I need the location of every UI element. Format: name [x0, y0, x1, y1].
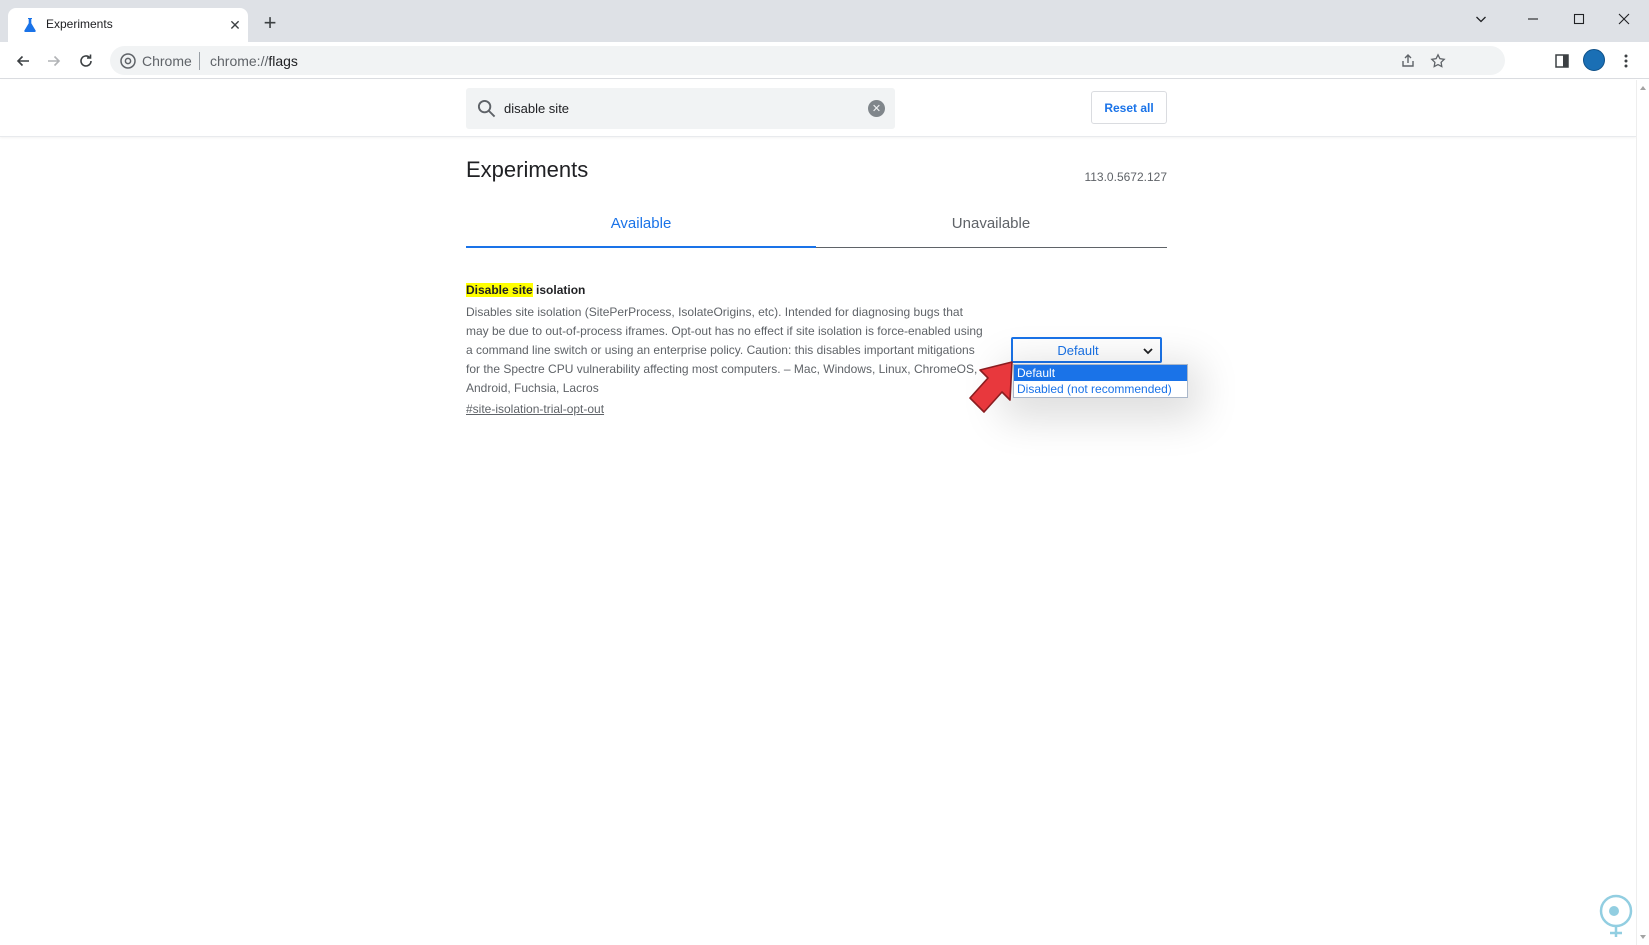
- page-title: Experiments: [466, 157, 589, 182]
- flask-icon: [24, 18, 36, 32]
- profile-avatar[interactable]: [1583, 49, 1605, 71]
- select-value: Default: [1057, 343, 1099, 358]
- flags-header: ✕ Reset all: [0, 80, 1636, 137]
- select-dropdown-list: Default Disabled (not recommended): [1013, 364, 1188, 398]
- reload-button[interactable]: [73, 48, 99, 74]
- option-default[interactable]: Default: [1014, 365, 1187, 381]
- bookmark-button[interactable]: [1428, 51, 1448, 71]
- forward-button[interactable]: [41, 48, 67, 74]
- url-text[interactable]: chrome://flags: [210, 53, 298, 69]
- tab-available[interactable]: Available: [466, 208, 816, 248]
- star-icon: [1430, 53, 1446, 68]
- annotation-arrow-icon: [969, 361, 1013, 413]
- share-icon: [1402, 54, 1414, 67]
- tab-bar: Available Unavailable: [466, 208, 1167, 248]
- reload-icon: [80, 54, 92, 67]
- site-chip: Chrome: [142, 53, 192, 69]
- scroll-down-icon[interactable]: [1640, 935, 1646, 939]
- minimize-button[interactable]: [1515, 6, 1551, 32]
- chevron-down-icon: [1476, 16, 1486, 23]
- reset-all-button[interactable]: Reset all: [1091, 91, 1167, 124]
- side-panel-icon: [1555, 54, 1569, 68]
- browser-tab[interactable]: Experiments ✕: [8, 8, 248, 42]
- search-box[interactable]: ✕: [466, 88, 895, 129]
- version-label: 113.0.5672.127: [1084, 170, 1167, 184]
- flag-state-select[interactable]: Default: [1011, 337, 1162, 363]
- chevron-down-icon: [1143, 348, 1153, 355]
- forward-arrow-icon: [48, 55, 61, 67]
- side-panel-button[interactable]: [1549, 48, 1575, 74]
- minimize-icon: [1528, 18, 1538, 20]
- browser-toolbar: Chrome chrome://flags: [0, 42, 1649, 79]
- search-icon: [477, 99, 496, 118]
- tab-title: Experiments: [46, 17, 113, 31]
- search-input[interactable]: [504, 97, 844, 120]
- chrome-logo-icon: [120, 53, 136, 69]
- omnibox-divider: [199, 52, 200, 70]
- url-scheme: chrome://: [210, 53, 269, 69]
- back-arrow-icon: [16, 55, 29, 67]
- tab-close-icon[interactable]: ✕: [226, 16, 244, 34]
- close-icon: [1618, 13, 1630, 25]
- back-button[interactable]: [10, 48, 36, 74]
- flag-title-rest: isolation: [532, 283, 586, 297]
- new-tab-button[interactable]: +: [260, 12, 280, 34]
- omnibox[interactable]: Chrome chrome://flags: [110, 46, 1505, 75]
- scroll-up-icon[interactable]: [1640, 86, 1646, 90]
- more-vert-icon: [1624, 54, 1628, 68]
- menu-button[interactable]: [1613, 48, 1639, 74]
- tab-strip: Experiments ✕ +: [0, 0, 1649, 42]
- tab-unavailable[interactable]: Unavailable: [816, 208, 1166, 248]
- clear-search-icon[interactable]: ✕: [868, 100, 885, 117]
- url-path: flags: [268, 53, 298, 69]
- maximize-button[interactable]: [1561, 6, 1597, 32]
- maximize-icon: [1573, 13, 1585, 25]
- flag-title: Disable site isolation: [466, 283, 585, 297]
- share-button[interactable]: [1398, 51, 1418, 71]
- tab-search-button[interactable]: [1463, 6, 1499, 32]
- flag-permalink[interactable]: #site-isolation-trial-opt-out: [466, 402, 604, 416]
- watermark-logo-icon: [1599, 894, 1633, 937]
- search-match-highlight: Disable site: [466, 283, 533, 297]
- page-scrollbar[interactable]: [1636, 80, 1649, 945]
- close-window-button[interactable]: [1606, 6, 1642, 32]
- option-disabled[interactable]: Disabled (not recommended): [1014, 381, 1187, 397]
- flag-description: Disables site isolation (SitePerProcess,…: [466, 305, 983, 395]
